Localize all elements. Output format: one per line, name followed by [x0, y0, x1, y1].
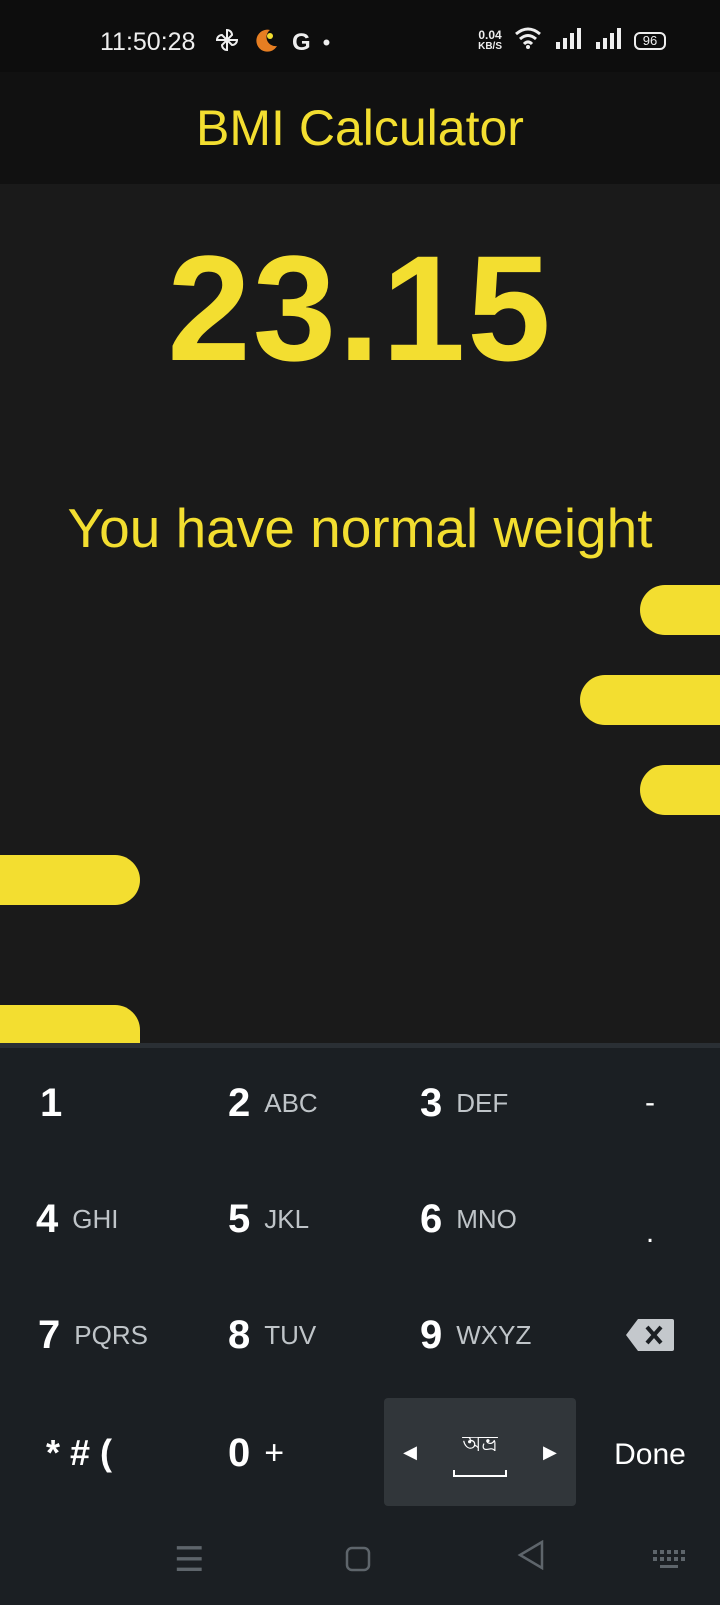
key-digit: 3: [420, 1080, 443, 1125]
decor-pill: [580, 675, 720, 725]
space-bar-icon: [453, 1470, 507, 1477]
status-bar: 11:50:28 G • 0.04 KB/S 96: [0, 0, 720, 72]
key-letters: PQRS: [74, 1319, 148, 1350]
key-digit: 9: [420, 1312, 443, 1357]
key-digit: 6: [420, 1196, 443, 1241]
key-digit: 5: [228, 1196, 251, 1241]
key-digit: 8: [228, 1312, 251, 1357]
key-1[interactable]: 1: [40, 1045, 220, 1161]
key-0[interactable]: 0 +: [228, 1395, 408, 1511]
signal-icon: [554, 27, 582, 54]
decor-pill: [640, 765, 720, 815]
app-title: BMI Calculator: [196, 100, 524, 156]
backspace-button[interactable]: [560, 1277, 720, 1393]
keyboard-icon[interactable]: [652, 1542, 686, 1581]
decor-pill: [640, 585, 720, 635]
moon-icon: [252, 26, 280, 59]
key-4[interactable]: 4 GHI: [36, 1161, 216, 1277]
back-icon[interactable]: [516, 1539, 546, 1579]
key-digit: 1: [40, 1080, 63, 1125]
decor-pill: [0, 855, 140, 905]
menu-icon[interactable]: ☰: [174, 1540, 204, 1580]
status-time: 11:50:28: [100, 28, 196, 56]
google-icon: G: [292, 28, 311, 56]
key-symbols[interactable]: * # (: [46, 1395, 226, 1511]
space-key[interactable]: ◀ অভ্র ▶: [384, 1398, 576, 1506]
bmi-value: 23.15: [167, 224, 553, 392]
decor-pill: [0, 1005, 140, 1043]
wifi-icon: [514, 26, 542, 55]
key-2[interactable]: 2 ABC: [228, 1045, 408, 1161]
key-digit: 4: [36, 1196, 59, 1241]
key-digit: 2: [228, 1080, 251, 1125]
done-button[interactable]: Done: [560, 1397, 720, 1513]
arrow-right-icon[interactable]: ▶: [543, 1442, 557, 1463]
battery-icon: 96: [634, 31, 666, 50]
key-symbols-label: * # (: [46, 1432, 113, 1473]
key-digit: 7: [38, 1312, 61, 1357]
key-letters: ABC: [264, 1087, 318, 1118]
language-indicator: অভ্র: [453, 1427, 507, 1477]
navigation-bar: ☰: [0, 1520, 720, 1600]
notification-icons: G •: [214, 26, 330, 59]
key-letters: TUV: [264, 1319, 317, 1350]
key-5[interactable]: 5 JKL: [228, 1161, 408, 1277]
language-label: অভ্র: [462, 1431, 498, 1456]
home-icon[interactable]: [345, 1542, 371, 1581]
key-letters: WXYZ: [456, 1319, 532, 1350]
dot-icon: •: [322, 29, 331, 55]
speed-value: 0.04: [478, 27, 502, 42]
app-bar: BMI Calculator: [0, 72, 720, 184]
backspace-icon: [626, 1319, 674, 1351]
key-letters: JKL: [264, 1203, 310, 1234]
pinwheel-icon: [214, 27, 240, 58]
key-digit: 0: [228, 1430, 251, 1475]
key-7[interactable]: 7 PQRS: [38, 1277, 218, 1393]
key-period[interactable]: .: [560, 1175, 720, 1291]
key-letters: GHI: [72, 1203, 119, 1234]
network-speed: 0.04 KB/S: [478, 29, 502, 53]
bmi-message: You have normal weight: [67, 497, 653, 559]
key-letters: MNO: [456, 1203, 517, 1234]
speed-unit: KB/S: [478, 40, 502, 52]
key-letters: +: [264, 1433, 285, 1472]
key-letters: DEF: [456, 1087, 509, 1118]
key-8[interactable]: 8 TUV: [228, 1277, 408, 1393]
arrow-left-icon[interactable]: ◀: [403, 1442, 417, 1463]
signal-icon: [594, 27, 622, 54]
key-minus[interactable]: -: [560, 1045, 720, 1161]
